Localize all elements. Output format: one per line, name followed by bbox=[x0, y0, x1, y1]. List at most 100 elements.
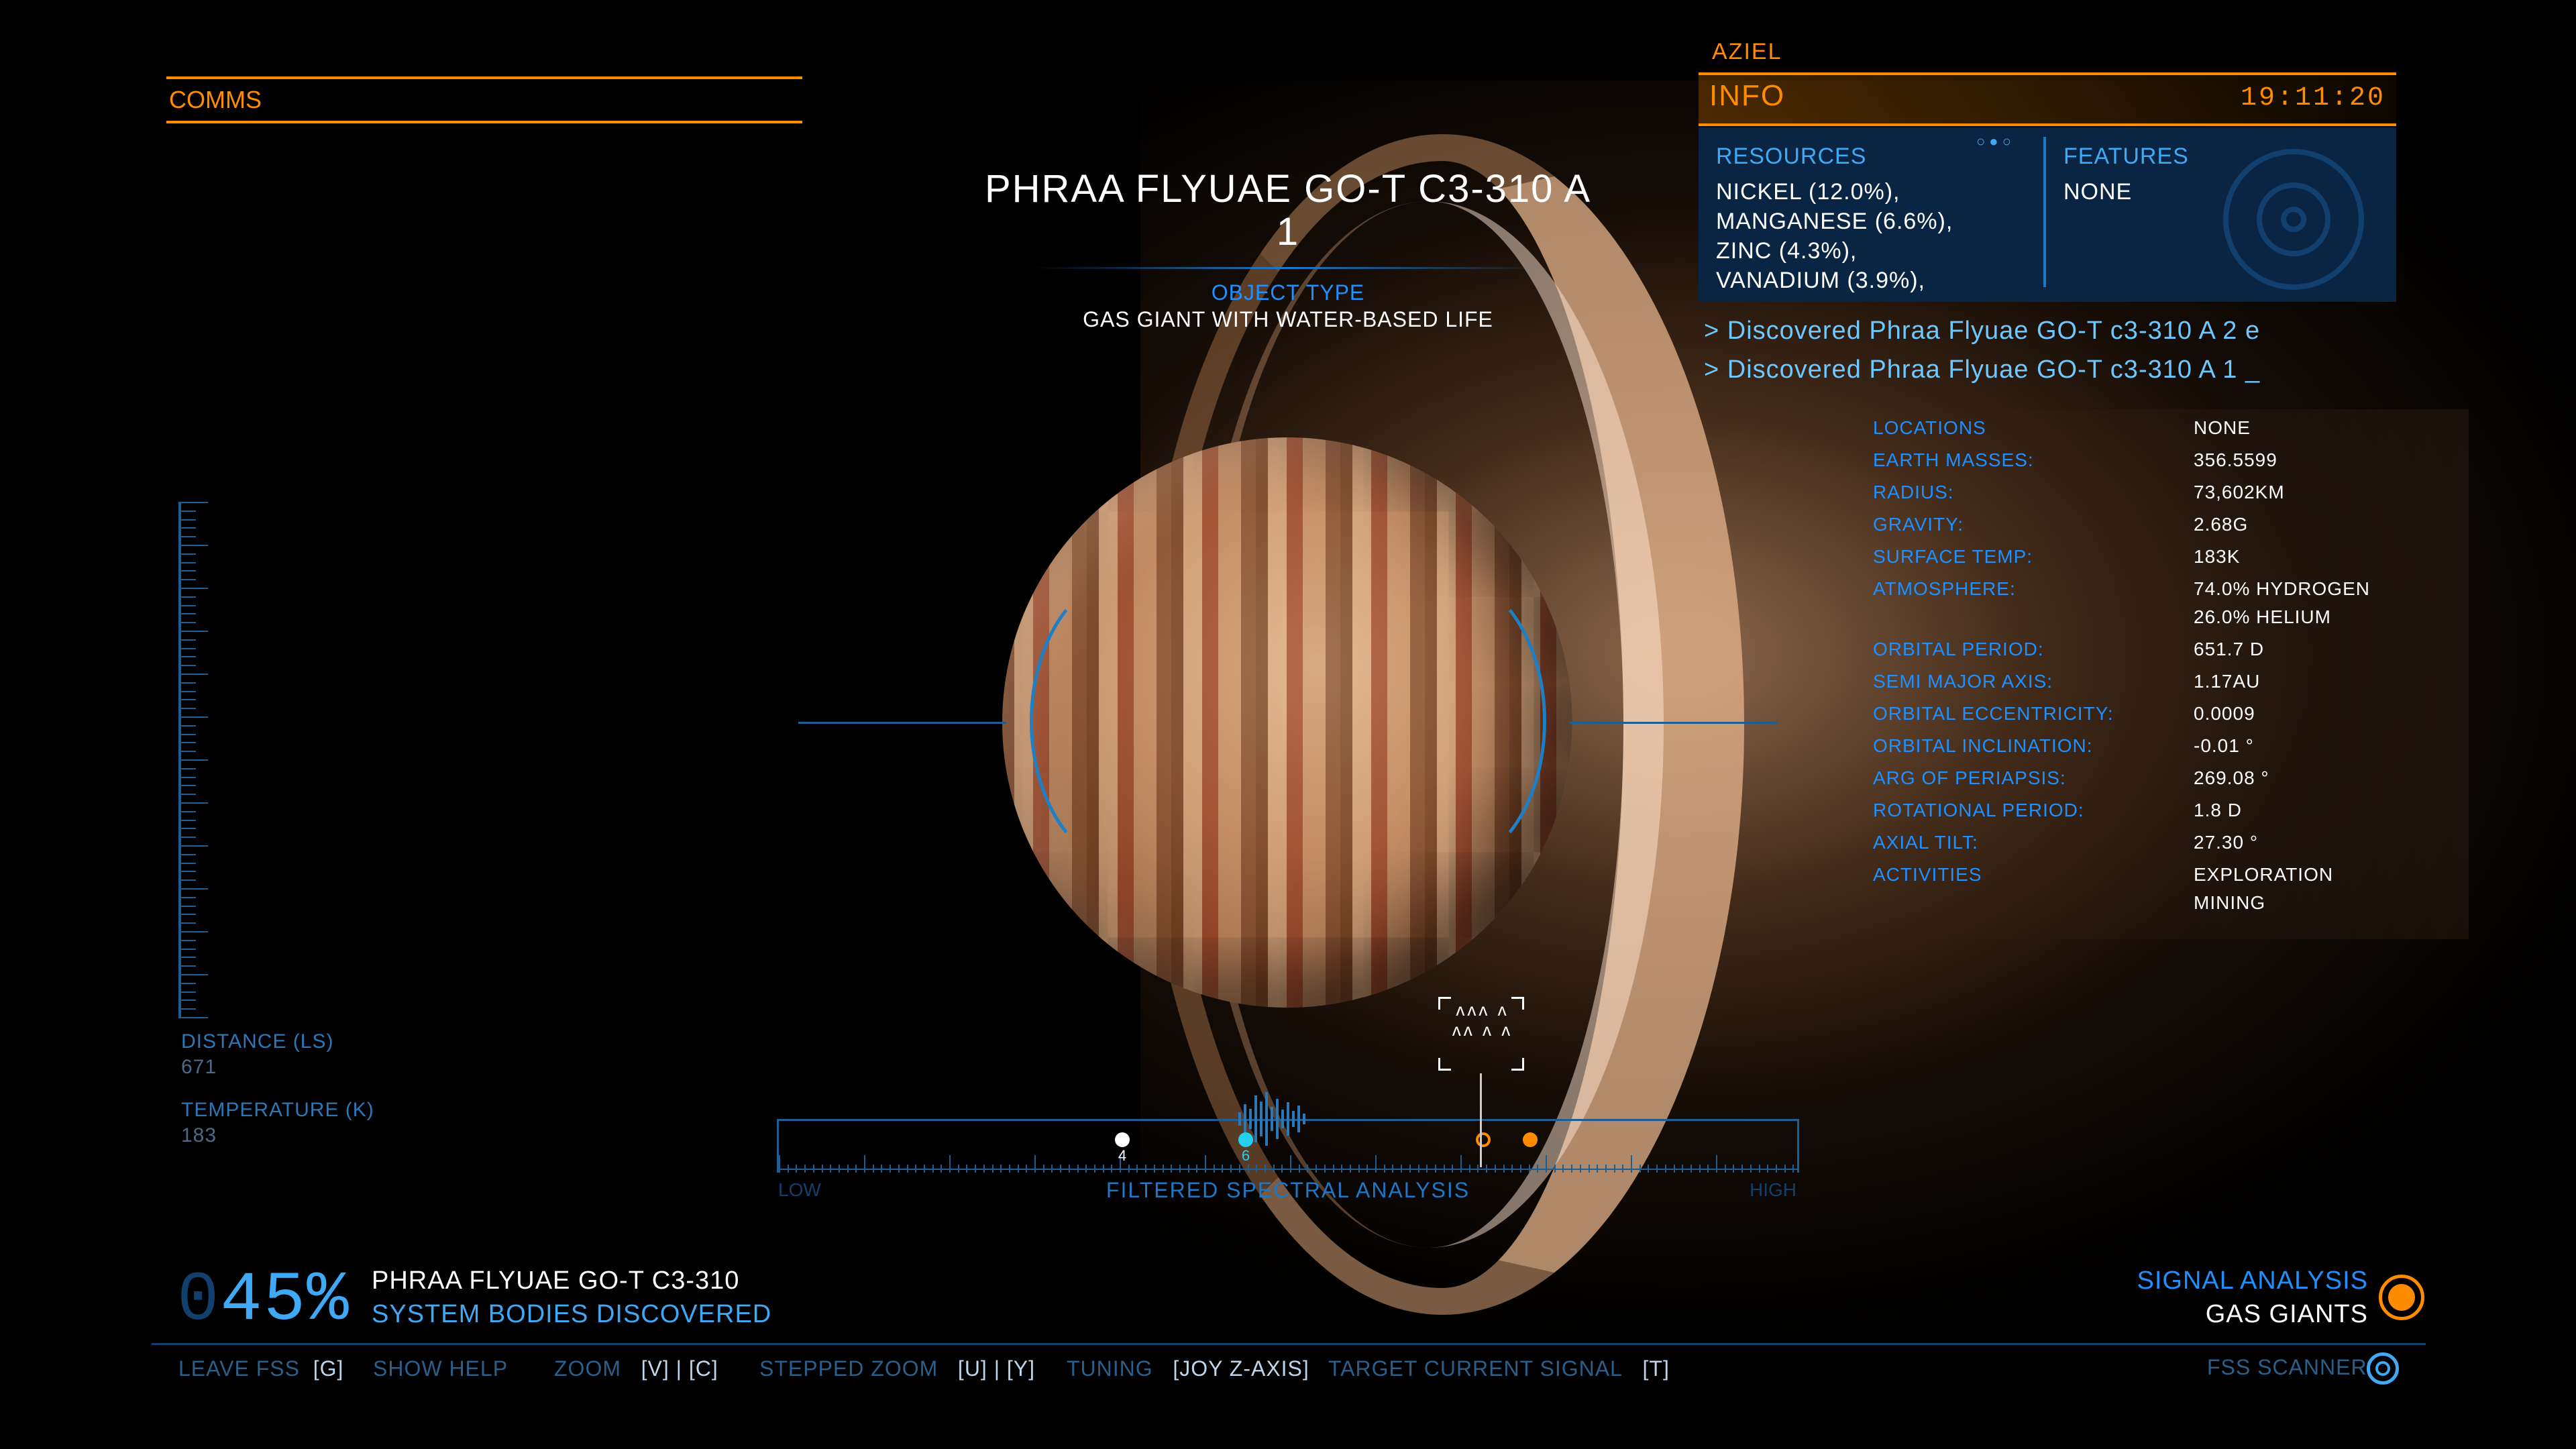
stat-label: EARTH MASSES: bbox=[1873, 449, 2034, 470]
stat-label: LOCATIONS bbox=[1873, 417, 1986, 438]
percent-value: 45% bbox=[220, 1261, 350, 1340]
discovery-log-item: > Discovered Phraa Flyuae GO-T c3-310 A … bbox=[1704, 317, 2261, 345]
resources-list: NICKEL (12.0%), MANGANESE (6.6%), ZINC (… bbox=[1716, 177, 1953, 295]
signal-marker-b-count: 6 bbox=[1241, 1147, 1250, 1164]
signal-marker-a-count: 4 bbox=[1118, 1147, 1127, 1164]
stat-value: 651.7 D bbox=[2194, 639, 2265, 659]
keybind-label: SHOW HELP bbox=[373, 1356, 508, 1381]
signal-marker-a[interactable] bbox=[1115, 1132, 1130, 1147]
keybind-zoom[interactable]: ZOOM [V] | [C] bbox=[554, 1356, 718, 1381]
signal-target-icon-dot bbox=[2388, 1284, 2415, 1311]
resource-item: VANADIUM (3.9%), bbox=[1716, 268, 1925, 293]
target-bracket-left bbox=[1030, 574, 1231, 869]
comms-tab[interactable]: COMMS bbox=[169, 86, 262, 114]
target-bracket-right bbox=[1345, 574, 1546, 869]
keybind-target-signal[interactable]: TARGET CURRENT SIGNAL [T] bbox=[1328, 1356, 1670, 1381]
signal-marker-c[interactable] bbox=[1476, 1132, 1491, 1147]
discovery-log-item: > Discovered Phraa Flyuae GO-T c3-310 A … bbox=[1704, 356, 2261, 384]
keybind-tuning[interactable]: TUNING [JOY Z-AXIS] bbox=[1067, 1356, 1309, 1381]
stat-label: RADIUS: bbox=[1873, 482, 1954, 502]
body-title: PHRAA FLYUAE GO-T C3-310 A 1 bbox=[912, 168, 1664, 254]
title-divider bbox=[1033, 267, 1543, 269]
game-clock: 19:11:20 bbox=[2241, 83, 2386, 113]
stat-label: SEMI MAJOR AXIS: bbox=[1873, 671, 2053, 692]
keybind-key: [V] | [C] bbox=[641, 1356, 718, 1381]
stat-value: 1.8 D bbox=[2194, 800, 2242, 820]
body-name-line1: PHRAA FLYUAE GO-T C3-310 A bbox=[984, 167, 1592, 211]
system-bodies-label: SYSTEM BODIES DISCOVERED bbox=[372, 1300, 772, 1328]
info-box-divider bbox=[2043, 137, 2046, 287]
features-value: NONE bbox=[2063, 179, 2133, 205]
stat-value: 27.30 ° bbox=[2194, 832, 2259, 853]
percent-lead: 0 bbox=[177, 1261, 221, 1340]
commander-name: AZIEL bbox=[1712, 39, 1782, 64]
keybind-label: TUNING bbox=[1067, 1356, 1153, 1381]
object-type-label: OBJECT TYPE bbox=[1211, 280, 1365, 305]
stat-value: 1.17AU bbox=[2194, 671, 2261, 692]
keybind-stepped-zoom[interactable]: STEPPED ZOOM [U] | [Y] bbox=[759, 1356, 1035, 1381]
resource-item: MANGANESE (6.6%), bbox=[1716, 209, 1953, 234]
temperature-value: 183 bbox=[181, 1124, 217, 1146]
keybind-key: [U] | [Y] bbox=[957, 1356, 1036, 1381]
keybind-key: [G] bbox=[313, 1356, 344, 1381]
distance-value: 671 bbox=[181, 1056, 217, 1078]
stat-label: ACTIVITIES bbox=[1873, 864, 1982, 885]
stat-label: AXIAL TILT: bbox=[1873, 832, 1978, 853]
stat-value: 356.5599 bbox=[2194, 449, 2277, 470]
keybind-label: LEAVE FSS bbox=[178, 1356, 300, 1381]
stat-label: ARG OF PERIAPSIS: bbox=[1873, 767, 2066, 788]
resource-item: NICKEL (12.0%), bbox=[1716, 179, 1900, 205]
comms-divider-bottom bbox=[166, 121, 802, 123]
fss-scanner-icon-inner bbox=[2375, 1361, 2390, 1376]
stat-value: NONE bbox=[2194, 417, 2251, 438]
distance-scale bbox=[178, 502, 208, 1018]
stat-value: 74.0% HYDROGEN bbox=[2194, 578, 2370, 599]
info-title[interactable]: INFO bbox=[1709, 79, 1785, 113]
stat-value-extra: MINING bbox=[2194, 892, 2266, 913]
tuning-chevrons-icon: ʌʌʌ ʌ ʌʌ ʌ ʌ bbox=[1452, 1000, 1513, 1040]
distance-label: DISTANCE (LS) bbox=[181, 1030, 334, 1053]
comms-divider-top bbox=[166, 76, 802, 79]
spectral-baseline bbox=[777, 1169, 1799, 1170]
stat-label: ORBITAL INCLINATION: bbox=[1873, 735, 2093, 756]
reticle-line-right bbox=[1570, 722, 1778, 724]
stat-label: GRAVITY: bbox=[1873, 514, 1964, 535]
stat-value: 73,602KM bbox=[2194, 482, 2285, 502]
signal-marker-d[interactable] bbox=[1523, 1132, 1538, 1147]
stat-value: -0.01 ° bbox=[2194, 735, 2254, 756]
body-name-line2: 1 bbox=[1276, 210, 1300, 254]
system-name: PHRAA FLYUAE GO-T C3-310 bbox=[372, 1267, 740, 1295]
discovery-percent: 045% bbox=[177, 1261, 350, 1340]
page-indicator[interactable]: ○●○ bbox=[1976, 133, 2015, 150]
stat-label: ORBITAL PERIOD: bbox=[1873, 639, 2044, 659]
keybind-key: [T] bbox=[1642, 1356, 1670, 1381]
object-type-value: GAS GIANT WITH WATER-BASED LIFE bbox=[1083, 307, 1493, 331]
stat-value: 269.08 ° bbox=[2194, 767, 2269, 788]
stat-value: 2.68G bbox=[2194, 514, 2249, 535]
stat-label: ROTATIONAL PERIOD: bbox=[1873, 800, 2084, 820]
stat-label: ATMOSPHERE: bbox=[1873, 578, 2016, 599]
tuning-line bbox=[1480, 1073, 1482, 1167]
keybind-show-help[interactable]: SHOW HELP bbox=[373, 1356, 508, 1381]
keybind-key: [JOY Z-AXIS] bbox=[1173, 1356, 1309, 1381]
keybind-label: ZOOM bbox=[554, 1356, 621, 1381]
keybind-leave-fss[interactable]: LEAVE FSS [G] bbox=[178, 1356, 343, 1381]
bottom-divider bbox=[152, 1343, 2426, 1345]
temperature-label: TEMPERATURE (K) bbox=[181, 1099, 374, 1121]
stat-label: SURFACE TEMP: bbox=[1873, 546, 2033, 567]
fss-scanner-label: FSS SCANNER bbox=[2207, 1355, 2367, 1379]
stat-label: ORBITAL ECCENTRICITY: bbox=[1873, 703, 2114, 724]
features-label: FEATURES bbox=[2063, 144, 2189, 169]
reticle-line-left bbox=[798, 722, 1006, 724]
radar-icon-center bbox=[2281, 207, 2306, 232]
signal-analysis-label: SIGNAL ANALYSIS bbox=[2137, 1267, 2368, 1295]
signal-marker-b[interactable] bbox=[1238, 1132, 1253, 1147]
keybind-label: STEPPED ZOOM bbox=[759, 1356, 938, 1381]
stat-value: 0.0009 bbox=[2194, 703, 2255, 724]
spectral-title: FILTERED SPECTRAL ANALYSIS bbox=[1106, 1178, 1470, 1202]
resource-item: ZINC (4.3%), bbox=[1716, 238, 1858, 264]
signal-analysis-value: GAS GIANTS bbox=[2205, 1300, 2368, 1328]
keybind-label: TARGET CURRENT SIGNAL bbox=[1328, 1356, 1623, 1381]
resources-label: RESOURCES bbox=[1716, 144, 1867, 169]
stat-value: 183K bbox=[2194, 546, 2241, 567]
